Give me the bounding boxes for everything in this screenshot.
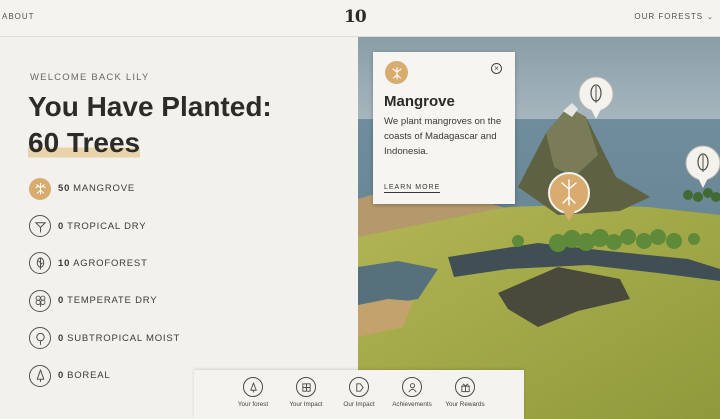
brand-logo[interactable]: 10 xyxy=(344,7,367,27)
forest-item-agroforest[interactable]: 10 AGROFOREST xyxy=(29,245,180,282)
chevron-down-icon: ⌄ xyxy=(707,14,714,21)
nav-our-impact[interactable]: Our Impact xyxy=(331,377,387,408)
forest-item-temperate-dry[interactable]: 0 TEMPERATE DRY xyxy=(29,282,180,319)
nav-your-rewards[interactable]: Your Rewards xyxy=(437,377,493,408)
nav-your-impact[interactable]: Your Impact xyxy=(278,377,334,408)
forest-name: TROPICAL DRY xyxy=(67,220,147,232)
forest-item-mangrove[interactable]: 50 MANGROVE xyxy=(29,170,180,207)
card-title: Mangrove xyxy=(384,93,455,110)
impact-icon xyxy=(296,377,316,397)
forest-count: 0 xyxy=(58,220,65,232)
forest-name: MANGROVE xyxy=(73,183,135,195)
mangrove-icon xyxy=(385,61,408,84)
temperate-dry-icon xyxy=(29,289,51,312)
summary-panel: WELCOME BACK LILY You Have Planted: 60 T… xyxy=(0,37,358,419)
forest-name: BOREAL xyxy=(67,370,111,382)
forest-count: 0 xyxy=(58,370,65,382)
tree-count: 60 Trees xyxy=(28,125,141,161)
forest-info-card: × Mangrove We plant mangroves on the coa… xyxy=(373,52,515,204)
nav-label: Your Impact xyxy=(289,401,323,408)
forest-count: 0 xyxy=(58,295,65,307)
forest-name: TEMPERATE DRY xyxy=(67,295,158,307)
nav-our-forests-label: OUR FORESTS xyxy=(634,12,704,21)
nav-label: Your Rewards xyxy=(445,401,485,408)
forest-count: 0 xyxy=(58,332,65,344)
planted-headline: You Have Planted: 60 Trees xyxy=(28,89,272,161)
card-description: We plant mangroves on the coasts of Mada… xyxy=(384,116,502,157)
forest-count: 10 xyxy=(58,257,71,269)
forest-item-tropical-dry[interactable]: 0 TROPICAL DRY xyxy=(29,207,180,244)
bottom-navigation: Your forest Your Impact Our Impact Achie… xyxy=(194,370,524,419)
nav-your-forest[interactable]: Your forest xyxy=(225,377,281,408)
forest-count: 50 xyxy=(58,183,71,195)
tropical-dry-icon xyxy=(29,215,51,238)
our-impact-icon xyxy=(349,377,369,397)
close-icon[interactable]: × xyxy=(491,63,502,74)
nav-label: Achievements xyxy=(392,401,432,408)
nav-our-forests-menu[interactable]: OUR FORESTS ⌄ xyxy=(634,12,714,21)
welcome-message: WELCOME BACK LILY xyxy=(30,72,150,83)
forest-type-list: 50MANGROVE 0TROPICAL DRY 10AGROFOREST xyxy=(29,170,180,394)
nav-label: Our Impact xyxy=(343,401,375,408)
boreal-icon xyxy=(29,364,51,387)
agroforest-icon xyxy=(29,252,51,275)
rewards-icon xyxy=(455,377,475,397)
top-bar: ABOUT 10 OUR FORESTS ⌄ xyxy=(0,0,720,37)
nav-about-link[interactable]: ABOUT xyxy=(2,12,35,21)
forest-name: SUBTROPICAL MOIST xyxy=(67,332,181,344)
nav-label: Your forest xyxy=(237,401,269,408)
achievements-icon xyxy=(402,377,422,397)
mangrove-icon xyxy=(29,177,51,200)
forest-item-boreal[interactable]: 0 BOREAL xyxy=(29,357,180,394)
subtropical-moist-icon xyxy=(29,327,51,350)
learn-more-link[interactable]: LEARN MORE xyxy=(384,184,441,193)
forest-name: AGROFOREST xyxy=(73,257,148,269)
nav-achievements[interactable]: Achievements xyxy=(384,377,440,408)
forest-item-subtropical-moist[interactable]: 0 SUBTROPICAL MOIST xyxy=(29,320,180,357)
headline-line-1: You Have Planted: xyxy=(28,91,272,122)
tree-icon xyxy=(243,377,263,397)
